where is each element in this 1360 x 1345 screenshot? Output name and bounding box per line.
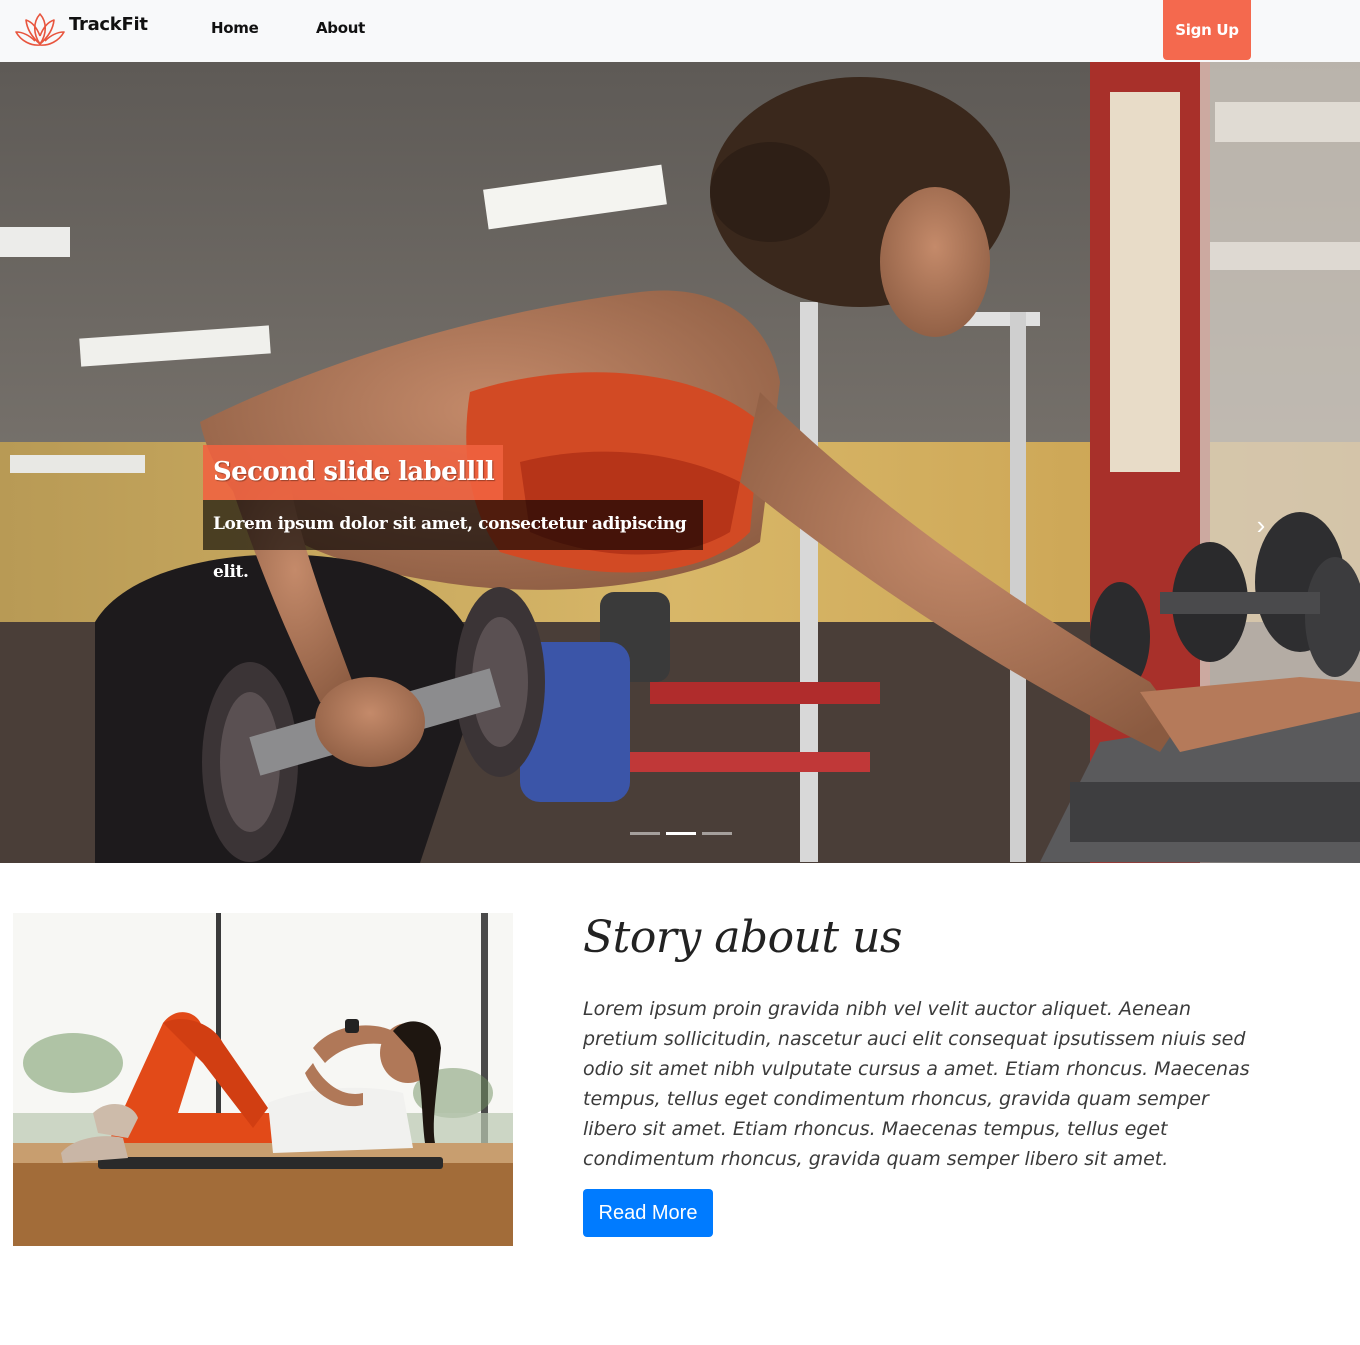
slide-caption-text: Lorem ipsum dolor sit amet, consectetur … [203, 500, 703, 582]
chevron-left-icon[interactable]: ‹ [86, 511, 112, 539]
story-image [13, 913, 513, 1246]
carousel-indicators [630, 832, 732, 835]
chevron-right-icon[interactable]: › [1248, 511, 1274, 539]
lotus-icon [15, 13, 65, 46]
read-more-button[interactable]: Read More [583, 1189, 713, 1237]
brand[interactable]: TrackFit [13, 8, 148, 52]
story-body: Lorem ipsum proin gravida nibh vel velit… [583, 998, 1250, 1170]
slide-caption-title: Second slide labellll [203, 445, 503, 500]
nav-about-link[interactable]: About [316, 19, 365, 37]
nav-home-link[interactable]: Home [211, 19, 259, 37]
indicator-2[interactable] [666, 832, 696, 835]
indicator-1[interactable] [630, 832, 660, 835]
hero-carousel[interactable]: Second slide labellll Lorem ipsum dolor … [0, 62, 1360, 863]
navbar: TrackFit Home About Sign Up [0, 0, 1360, 62]
brand-name: TrackFit [69, 13, 148, 35]
story-title: Story about us [583, 912, 903, 963]
indicator-3[interactable] [702, 832, 732, 835]
signup-button[interactable]: Sign Up [1163, 0, 1251, 60]
